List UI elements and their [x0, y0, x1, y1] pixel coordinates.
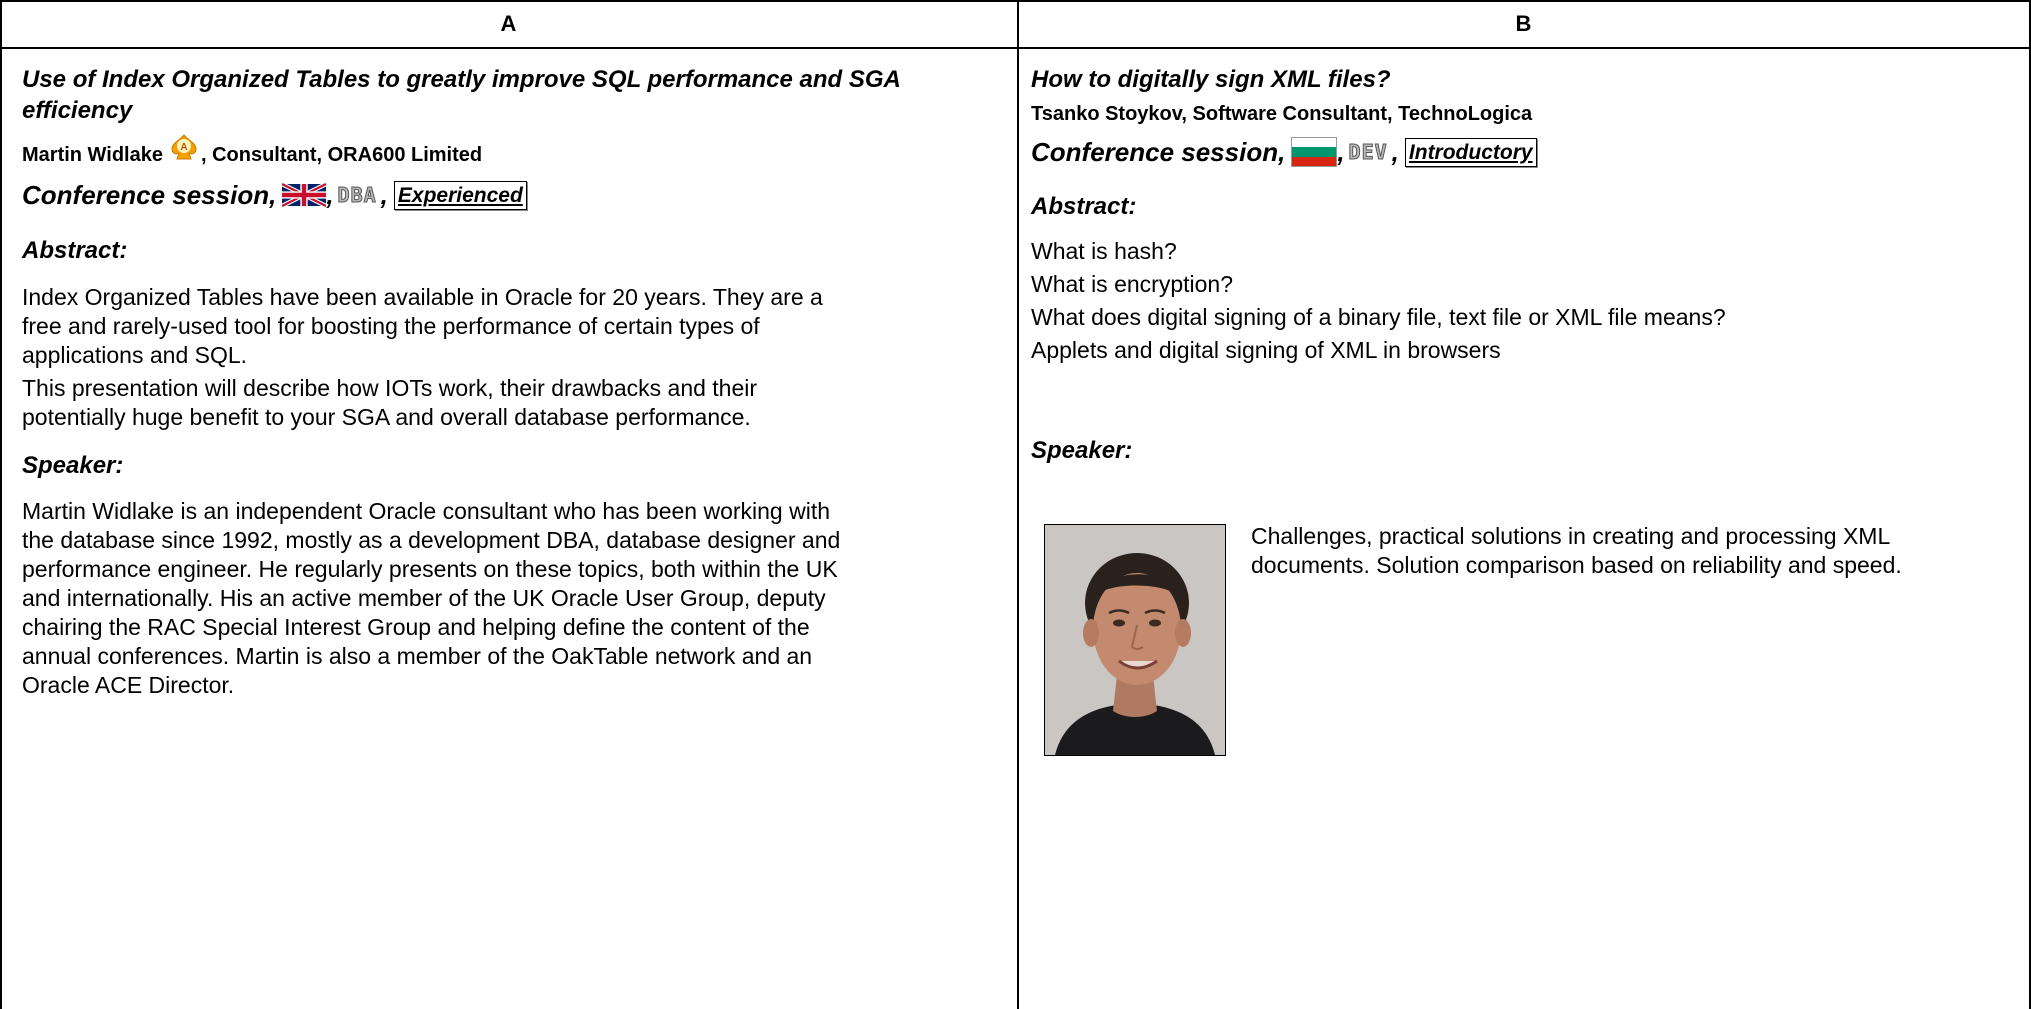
- column-header-b[interactable]: B: [1018, 0, 2029, 48]
- speaker-photo: [1044, 524, 1226, 756]
- session-a-title: Use of Index Organized Tables to greatly…: [22, 64, 1012, 126]
- session-b-title: How to digitally sign XML files?: [1031, 66, 1391, 93]
- grid-line-middle: [1017, 0, 1019, 1009]
- grid-line-left: [0, 0, 2, 1009]
- session-b-track-tag: DEV: [1348, 140, 1388, 165]
- cell-a-session[interactable]: Use of Index Organized Tables to greatly…: [22, 48, 1012, 700]
- bio-line: annual conferences. Martin is also a mem…: [22, 643, 813, 669]
- session-a-speaker-name: Martin Widlake: [22, 143, 163, 166]
- session-b-abstract-heading: Abstract:: [1031, 193, 1137, 220]
- bio-line: and internationally. His an active membe…: [22, 585, 826, 611]
- abstract-line: What does digital signing of a binary fi…: [1031, 304, 1726, 330]
- bio-line: performance engineer. He regularly prese…: [22, 556, 838, 582]
- cell-b-session[interactable]: How to digitally sign XML files? Tsanko …: [1031, 48, 2021, 465]
- session-b-comma: ,: [1337, 136, 1345, 167]
- session-b-author: Tsanko Stoykov, Software Consultant, Tec…: [1031, 102, 1533, 125]
- session-b-type: Conference session, , DEV , Introductory: [1031, 133, 2021, 171]
- bio-line: documents. Solution comparison based on …: [1251, 552, 1902, 578]
- session-a-title-line1: Use of Index Organized Tables to greatly…: [22, 66, 901, 93]
- ace-badge-letter: A: [180, 142, 187, 153]
- session-b-abstract: What is hash? What is encryption? What d…: [1031, 235, 2021, 367]
- session-b-bio: Challenges, practical solutions in creat…: [1251, 522, 2021, 580]
- oracle-ace-badge-icon: A: [169, 132, 199, 168]
- session-a-title-line2: efficiency: [22, 97, 133, 124]
- session-a-bio: Martin Widlake is an independent Oracle …: [22, 497, 1012, 700]
- abstract-line: This presentation will describe how IOTs…: [22, 375, 758, 401]
- abstract-line: Applets and digital signing of XML in br…: [1031, 337, 1501, 363]
- session-a-type-label: Conference session,: [22, 179, 277, 210]
- bulgaria-flag-icon: [1291, 137, 1338, 167]
- session-b-level-badge: Introductory: [1404, 137, 1537, 167]
- session-a-author: Martin Widlake A , Consultant, ORA600 Li…: [22, 134, 1012, 173]
- grid-line-right: [2029, 0, 2031, 1009]
- abstract-line: free and rarely-used tool for boosting t…: [22, 313, 760, 339]
- abstract-line: What is encryption?: [1031, 271, 1233, 297]
- bio-line: Oracle ACE Director.: [22, 672, 235, 698]
- abstract-line: What is hash?: [1031, 238, 1177, 264]
- session-b-speaker-heading: Speaker:: [1031, 437, 1133, 464]
- bio-line: Martin Widlake is an independent Oracle …: [22, 498, 830, 524]
- abstract-line: potentially huge benefit to your SGA and…: [22, 404, 751, 430]
- uk-flag-icon: [282, 181, 327, 209]
- session-a-type: Conference session, , DBA , Experienced: [22, 175, 1012, 215]
- session-b-comma-2: ,: [1391, 136, 1399, 167]
- session-a-speaker-heading: Speaker:: [22, 452, 124, 479]
- column-header-b-label: B: [1515, 11, 1532, 36]
- bio-line: the database since 1992, mostly as a dev…: [22, 527, 841, 553]
- session-b-type-label: Conference session,: [1031, 136, 1286, 167]
- session-a-abstract: Index Organized Tables have been availab…: [22, 283, 1012, 432]
- bio-line: chairing the RAC Special Interest Group …: [22, 614, 810, 640]
- abstract-line: Index Organized Tables have been availab…: [22, 284, 823, 310]
- column-header-a[interactable]: A: [0, 0, 1017, 48]
- session-a-abstract-heading: Abstract:: [22, 237, 128, 264]
- session-a-track-tag: DBA: [337, 183, 377, 208]
- bio-line: Challenges, practical solutions in creat…: [1251, 523, 1891, 549]
- session-a-speaker-role: , Consultant, ORA600 Limited: [200, 143, 483, 166]
- session-a-comma: ,: [326, 179, 334, 210]
- spreadsheet-sheet: A B Use of Index Organized Tables to gre…: [0, 0, 2031, 1009]
- column-header-a-label: A: [500, 11, 517, 36]
- session-a-level-badge: Experienced: [393, 180, 527, 210]
- session-a-comma-2: ,: [380, 179, 388, 210]
- abstract-line: applications and SQL.: [22, 342, 248, 368]
